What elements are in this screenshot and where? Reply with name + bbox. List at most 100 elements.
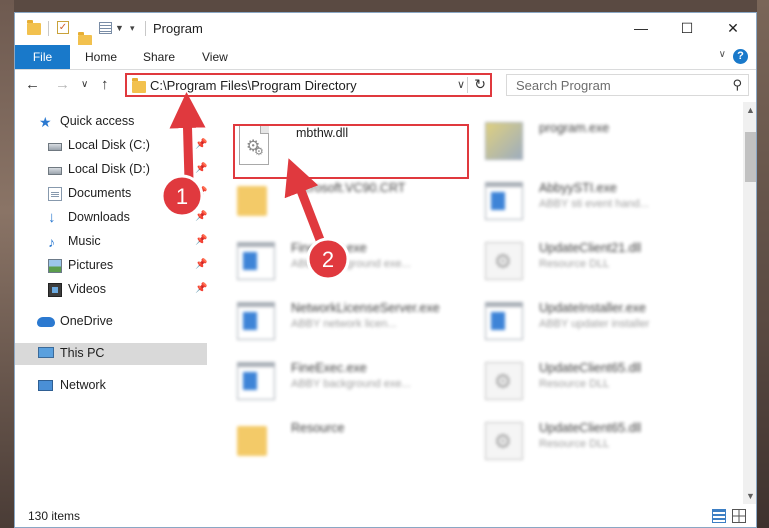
close-button[interactable]: ✕ — [710, 13, 756, 43]
minimize-button[interactable]: — — [618, 13, 664, 43]
recent-locations-chevron-icon[interactable]: ∨ — [81, 79, 88, 90]
sidebar-item-pictures[interactable]: Pictures 📌 — [15, 255, 207, 277]
desktop-background-left — [0, 0, 14, 528]
sidebar-item-this-pc[interactable]: This PC — [15, 343, 207, 365]
list-item[interactable]: Microsoft.VC90.CRT — [211, 172, 461, 228]
search-placeholder: Search Program — [516, 78, 611, 93]
sidebar-item-label: OneDrive — [60, 314, 113, 328]
list-item[interactable]: program.exe — [459, 112, 709, 168]
list-item[interactable]: UpdateClient21.dll Resource DLL — [459, 232, 709, 288]
music-icon: ♪ — [48, 234, 55, 250]
sidebar-item-label: Videos — [68, 282, 106, 296]
pictures-icon — [48, 259, 62, 273]
up-button[interactable]: ↑ — [101, 76, 109, 93]
sidebar-item-quick-access[interactable]: ★ Quick access — [15, 111, 207, 133]
drive-icon — [48, 143, 62, 151]
list-item[interactable]: UpdateClient65.dll Resource DLL — [459, 412, 709, 468]
file-name: AbbyySTI.exe — [539, 181, 617, 195]
toolbar-separator — [145, 21, 146, 36]
file-name: UpdateClient65.dll — [539, 421, 642, 435]
pin-icon: 📌 — [195, 187, 208, 198]
exe-icon — [485, 182, 523, 220]
list-item[interactable]: UpdateInstaller.exe ABBY updater install… — [459, 292, 709, 348]
details-view-icon[interactable] — [712, 509, 726, 523]
address-bar[interactable]: C:\Program Files\Program Directory ∨ ↻ — [125, 73, 492, 97]
star-icon: ★ — [39, 114, 52, 130]
videos-icon — [48, 283, 62, 297]
list-item[interactable]: NetworkLicenseServer.exe ABBY network li… — [211, 292, 461, 348]
dll-icon — [485, 242, 523, 280]
scroll-down-icon[interactable]: ▼ — [746, 491, 755, 501]
sidebar-item-network[interactable]: Network — [15, 375, 207, 397]
file-description: Resource DLL — [539, 378, 610, 390]
program-icon — [485, 122, 523, 160]
address-path[interactable]: C:\Program Files\Program Directory — [150, 78, 357, 93]
pin-icon: 📌 — [195, 283, 208, 294]
tab-view[interactable]: View — [202, 45, 228, 69]
scroll-up-icon[interactable]: ▲ — [746, 105, 755, 115]
file-description: ABBY background exe... — [291, 378, 411, 390]
sidebar-item-music[interactable]: ♪ Music 📌 — [15, 231, 207, 253]
sidebar-item-local-disk-c[interactable]: Local Disk (C:) 📌 — [15, 135, 207, 157]
back-button[interactable]: ← — [25, 76, 40, 93]
sidebar-item-local-disk-d[interactable]: Local Disk (D:) 📌 — [15, 159, 207, 181]
documents-icon — [48, 187, 62, 201]
list-item[interactable]: FineExec.exe ABBY background exe... — [211, 352, 461, 408]
vertical-scrollbar[interactable]: ▲ ▼ — [743, 102, 756, 504]
list-item[interactable]: Resource — [211, 412, 461, 468]
properties-check-icon[interactable]: ✓ — [57, 21, 69, 34]
desktop-background-right — [757, 0, 769, 528]
file-description: ABBY updater installer — [539, 318, 650, 330]
status-bar: 130 items — [15, 504, 756, 527]
list-item[interactable]: FineExec.exe ABBY background exe... — [211, 232, 461, 288]
maximize-button[interactable]: ☐ — [664, 13, 710, 43]
window-title: Program — [153, 21, 203, 36]
address-row: ← → ∨ ↑ C:\Program Files\Program Directo… — [15, 70, 756, 102]
ribbon-tabs: File Home Share View ∨ ? — [15, 45, 756, 70]
expand-ribbon-icon[interactable]: ∨ — [719, 49, 726, 60]
quick-access-toolbar-dropdown-icon[interactable]: ▾ — [130, 23, 135, 34]
file-name: FineExec.exe — [291, 361, 367, 375]
refresh-icon[interactable]: ↻ — [474, 76, 486, 93]
exe-icon — [485, 302, 523, 340]
dll-icon — [485, 422, 523, 460]
tab-home[interactable]: Home — [85, 45, 117, 69]
file-description: Resource DLL — [539, 438, 610, 450]
title-bar: ✓ ▼ ▾ Program — ☐ ✕ — [15, 13, 756, 47]
forward-button[interactable]: → — [55, 76, 70, 93]
customize-icon[interactable] — [99, 22, 112, 34]
file-list: ⚙ ⚙ mbthw.dll program.exe Microsoft.VC90… — [211, 102, 743, 504]
chevron-down-icon[interactable]: ▼ — [115, 23, 124, 33]
list-item[interactable]: AbbyySTI.exe ABBY sti event hand... — [459, 172, 709, 228]
pin-icon: 📌 — [195, 211, 208, 222]
pin-icon: 📌 — [195, 259, 208, 270]
sidebar-item-downloads[interactable]: ↓ Downloads 📌 — [15, 207, 207, 229]
address-dropdown-icon[interactable]: ∨ — [457, 78, 465, 91]
file-name: FineExec.exe — [291, 241, 367, 255]
sidebar-item-label: Local Disk (D:) — [68, 162, 150, 176]
explorer-window: ✓ ▼ ▾ Program — ☐ ✕ File Home Share View… — [14, 12, 757, 528]
sidebar-item-documents[interactable]: Documents 📌 — [15, 183, 207, 205]
pin-icon: 📌 — [195, 139, 208, 150]
search-icon[interactable]: ⚲ — [732, 77, 742, 93]
tab-share[interactable]: Share — [143, 45, 175, 69]
tab-file[interactable]: File — [15, 45, 70, 69]
pin-icon: 📌 — [195, 163, 208, 174]
file-description: ABBY sti event hand... — [539, 198, 649, 210]
file-name: Microsoft.VC90.CRT — [291, 181, 406, 195]
sidebar-item-label: This PC — [60, 346, 105, 360]
sidebar-item-label: Quick access — [60, 114, 135, 128]
address-separator — [467, 77, 468, 93]
large-icons-view-icon[interactable] — [732, 509, 746, 523]
search-input[interactable]: Search Program ⚲ — [506, 74, 749, 96]
file-description: Resource DLL — [539, 258, 610, 270]
sidebar-item-videos[interactable]: Videos 📌 — [15, 279, 207, 301]
sidebar-item-label: Documents — [68, 186, 132, 200]
list-item[interactable]: UpdateClient65.dll Resource DLL — [459, 352, 709, 408]
scroll-thumb[interactable] — [745, 132, 756, 182]
exe-icon — [237, 362, 275, 400]
sidebar-item-onedrive[interactable]: OneDrive — [15, 311, 207, 333]
exe-icon — [237, 242, 275, 280]
help-icon[interactable]: ? — [733, 49, 748, 64]
folder-icon — [237, 186, 267, 216]
